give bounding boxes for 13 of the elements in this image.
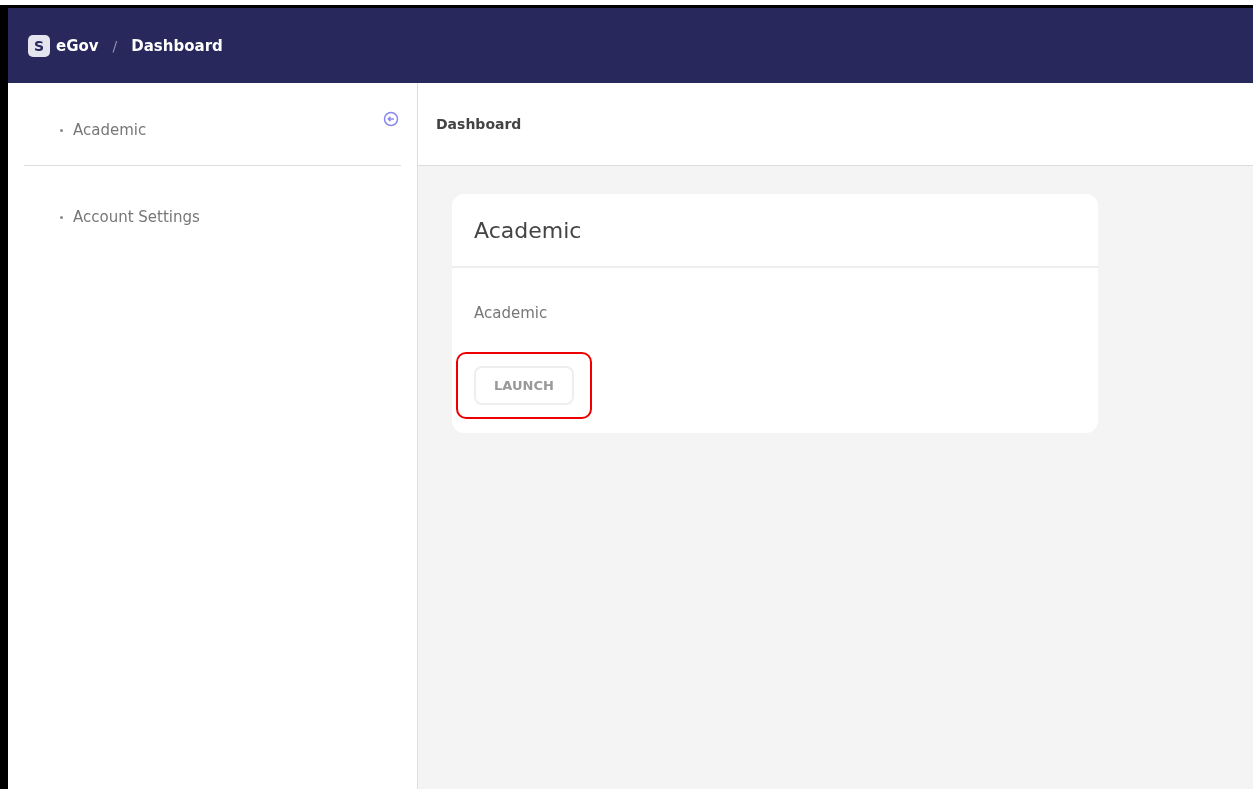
breadcrumb-separator: /	[112, 37, 118, 54]
bullet-icon	[60, 128, 63, 132]
card-description: Academic	[474, 304, 548, 322]
sidebar-item[interactable]: Account Settings	[73, 208, 401, 226]
logo-icon: S	[28, 34, 50, 57]
launch-button[interactable]: LAUNCH	[474, 366, 574, 405]
page-title: Dashboard	[436, 116, 522, 132]
breadcrumb-current: Dashboard	[131, 36, 223, 55]
card-title: Academic	[474, 217, 582, 243]
collapse-icon[interactable]	[383, 111, 399, 127]
sidebar-item[interactable]: Academic	[73, 121, 373, 139]
bullet-icon	[60, 215, 63, 219]
app-name[interactable]: eGov	[56, 36, 99, 55]
